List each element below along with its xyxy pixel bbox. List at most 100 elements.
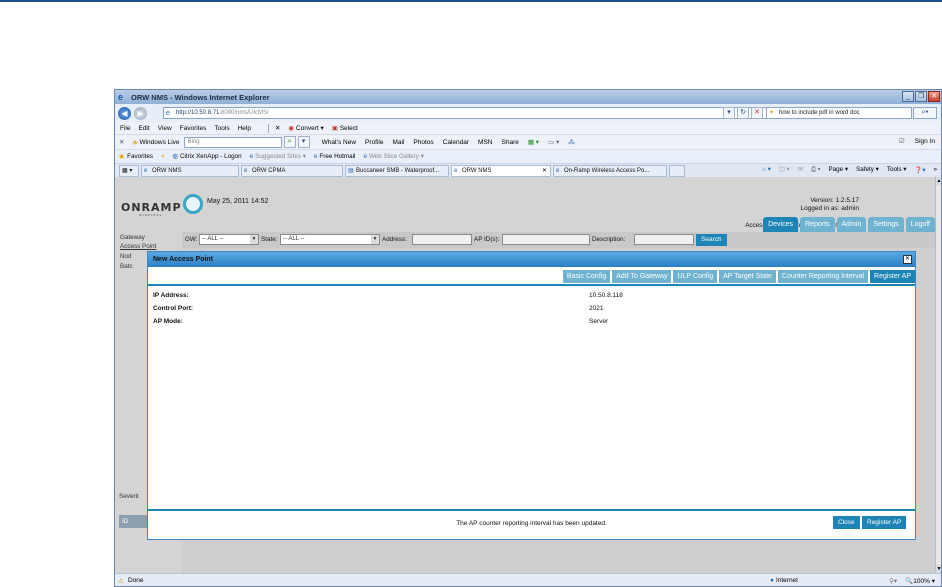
feeds-icon[interactable]: ◫ ▾: [779, 166, 790, 174]
sidebar-item-batch[interactable]: Batc: [120, 263, 133, 270]
menu-favorites[interactable]: Favorites: [180, 125, 207, 132]
zoom-control[interactable]: ⚲▾ 🔍100% ▾: [889, 577, 935, 585]
fav-hotmail[interactable]: e Free Hotmail: [314, 153, 356, 160]
menu-file[interactable]: File: [120, 125, 130, 132]
page-scrollbar[interactable]: ▲ ▼: [935, 177, 941, 573]
status-bar: ⚠ Done ● Internet ⚲▾ 🔍100% ▾: [115, 573, 941, 586]
close-toolbar-icon[interactable]: ✕: [275, 124, 280, 132]
gw-select[interactable]: -- ALL -- ▼: [199, 234, 259, 245]
tab-register-ap[interactable]: Register AP: [870, 270, 915, 283]
livebar-whats-new[interactable]: What's New: [322, 139, 356, 146]
home-icon[interactable]: ⌂ ▾: [762, 166, 771, 174]
help-icon[interactable]: ❓▾: [914, 166, 925, 174]
window-icon[interactable]: ▭ ▾: [548, 138, 559, 146]
favorites-label[interactable]: Favorites: [127, 153, 153, 160]
livebar-mail[interactable]: Mail: [392, 139, 404, 146]
title-bar: e ORW NMS - Windows Internet Explorer _ …: [115, 90, 941, 104]
id-column-header[interactable]: ID: [119, 515, 149, 528]
quick-tabs-icon[interactable]: ▦ ▾: [119, 165, 139, 177]
dialog-close-button[interactable]: Close: [833, 516, 860, 529]
convert-button[interactable]: ◉ Convert ▾: [288, 124, 323, 132]
bing-search-input[interactable]: Bing: [183, 136, 282, 148]
stop-icon[interactable]: ✕: [751, 107, 763, 119]
menu-tools[interactable]: Tools: [214, 125, 229, 132]
nav-tab-logoff[interactable]: Logoff: [905, 217, 935, 232]
sidebar-item-gateway[interactable]: Gateway: [120, 234, 145, 241]
tab-orw-nms-active[interactable]: e ORW NMS ✕: [451, 165, 551, 177]
sign-in-link[interactable]: Sign In: [915, 138, 935, 145]
scroll-up-icon[interactable]: ▲: [936, 177, 941, 185]
close-livebar-icon[interactable]: ✕: [119, 138, 124, 146]
add-favorite-icon[interactable]: ⭑: [161, 153, 164, 161]
maximize-button[interactable]: ❐: [915, 91, 927, 102]
nav-tab-settings[interactable]: Settings: [868, 217, 904, 232]
tab-on-ramp[interactable]: e On-Ramp Wireless Access Po...: [553, 165, 667, 177]
register-ap-button[interactable]: Register AP: [862, 516, 907, 529]
menu-help[interactable]: Help: [238, 125, 251, 132]
filter-search-button[interactable]: Search: [696, 234, 727, 246]
refresh-icon[interactable]: ↻: [737, 107, 749, 119]
dialog-close-icon[interactable]: ✕: [903, 255, 912, 264]
tab-counter-reporting-interval[interactable]: Counter Reporting Interval: [777, 270, 869, 283]
translate-icon[interactable]: ⁂: [568, 138, 575, 146]
sidebar-item-nodes[interactable]: Nod: [120, 253, 132, 260]
ap-id-input[interactable]: [502, 234, 590, 245]
menu-view[interactable]: View: [158, 125, 172, 132]
forward-button[interactable]: ▶: [134, 106, 147, 120]
ie-page-icon: e: [556, 168, 560, 174]
back-button[interactable]: ◀: [118, 106, 131, 120]
print-icon[interactable]: ⎙ ▾: [811, 166, 820, 174]
url-field[interactable]: e http://10.50.8.71:8080/nms/UIcMS/: [163, 107, 775, 119]
tab-ulp-config[interactable]: ULP Config: [673, 270, 718, 283]
address-input[interactable]: [412, 234, 472, 245]
search-icon[interactable]: ⌕▾: [913, 107, 937, 119]
livebar-msn[interactable]: MSN: [478, 139, 492, 146]
tab-add-to-gateway[interactable]: Add To Gateway: [612, 270, 672, 283]
url-dropdown-icon[interactable]: ▾: [723, 107, 735, 119]
app-header: ONRAMP WIRELESS May 25, 2011 14:52 Versi…: [115, 177, 935, 232]
livebar-profile[interactable]: Profile: [365, 139, 383, 146]
tab-orw-cpma[interactable]: e ORW CPMA: [241, 165, 343, 177]
new-tab-button[interactable]: [669, 165, 685, 177]
security-zone: ● Internet: [770, 577, 798, 584]
page-menu[interactable]: Page ▾: [828, 166, 848, 174]
nav-tab-reports[interactable]: Reports: [800, 217, 835, 232]
tab-ap-target-state[interactable]: AP Target State: [719, 270, 776, 283]
fav-suggested-sites[interactable]: e Suggested Sites ▾: [250, 153, 306, 160]
bing-search-icon[interactable]: ⌕: [283, 136, 296, 148]
menu-edit[interactable]: Edit: [138, 125, 149, 132]
ie-page-icon: e: [144, 168, 148, 174]
select-button[interactable]: ▣ Select: [332, 124, 358, 132]
minimize-button[interactable]: _: [902, 91, 914, 102]
ap-mode-value: Server: [589, 318, 609, 325]
chevron-down-icon: ▼: [371, 235, 379, 244]
sidebar-item-access-point[interactable]: Access Point: [120, 243, 156, 250]
fav-citrix[interactable]: ◍ Citrix XenApp - Logon: [172, 153, 241, 160]
nav-tab-devices[interactable]: Devices: [763, 217, 798, 232]
tab-buccaneer[interactable]: ▤ Buccaneer SMB - Waterproof...: [345, 165, 449, 177]
convert-icon: ◉: [288, 125, 295, 132]
grid-icon[interactable]: ▦ ▾: [528, 138, 539, 146]
filter-bar: GW: -- ALL -- ▼ State: -- ALL -- ▼ Address…: [182, 232, 935, 248]
state-select[interactable]: -- ALL -- ▼: [280, 234, 380, 245]
checkbox-icon[interactable]: ☑: [899, 137, 905, 145]
tab-basic-config[interactable]: Basic Config: [562, 270, 611, 283]
nav-tab-admin[interactable]: Admin: [836, 217, 867, 232]
close-window-button[interactable]: ✕: [928, 91, 940, 102]
livebar-share[interactable]: Share: [502, 139, 519, 146]
livebar-photos[interactable]: Photos: [413, 139, 433, 146]
description-input[interactable]: [634, 234, 694, 245]
tools-menu[interactable]: Tools ▾: [887, 166, 907, 174]
livebar-calendar[interactable]: Calendar: [443, 139, 469, 146]
safety-menu[interactable]: Safety ▾: [856, 166, 879, 174]
mail-icon[interactable]: ✉: [798, 166, 803, 174]
menu-bar: File Edit View Favorites Tools Help ✕ ◉ …: [115, 122, 941, 134]
fav-suggested-label: Suggested Sites ▾: [255, 153, 306, 160]
tab-orw-nms-1[interactable]: e ORW NMS: [141, 165, 239, 177]
close-tab-icon[interactable]: ✕: [542, 166, 547, 176]
chevron-more-icon[interactable]: »: [933, 166, 937, 174]
web-search-input[interactable]: ✦ how to include pdf in word doc: [766, 107, 912, 119]
fav-web-slice[interactable]: e Web Slice Gallery ▾: [363, 153, 423, 160]
bing-dropdown-icon[interactable]: ▾: [297, 136, 310, 148]
scroll-down-icon[interactable]: ▼: [936, 565, 941, 573]
